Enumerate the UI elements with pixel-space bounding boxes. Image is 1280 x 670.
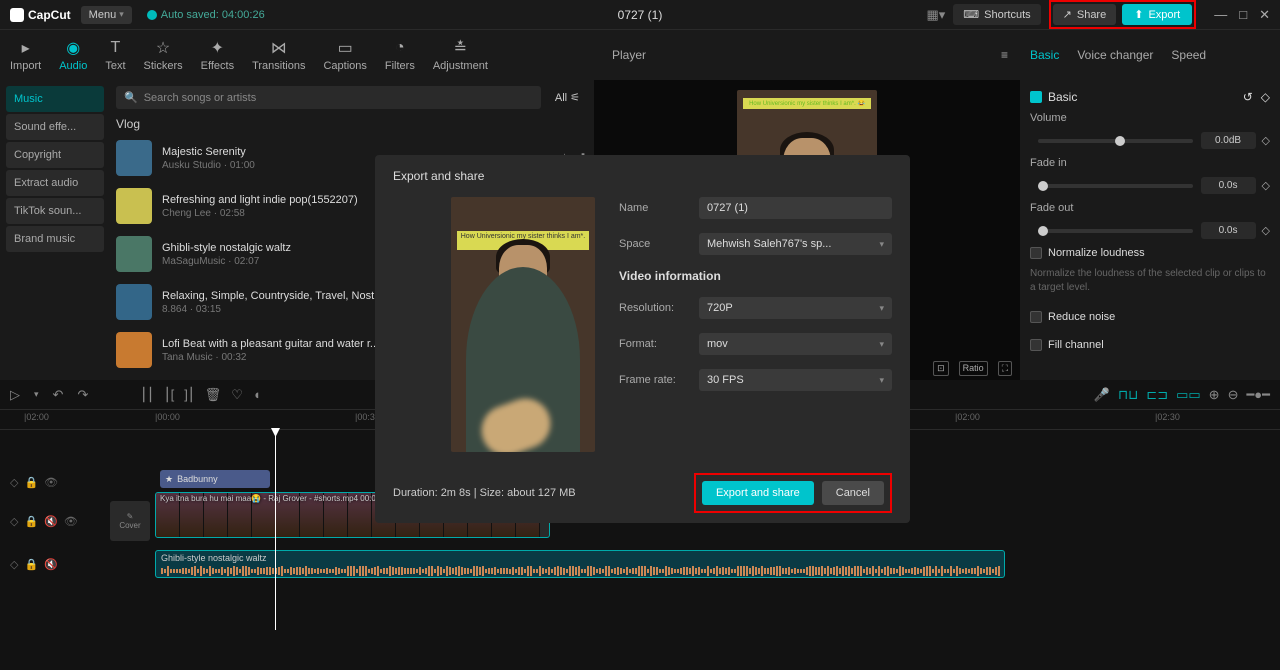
chevron-down-icon: ▾ xyxy=(879,375,884,386)
space-select[interactable]: Mehwish Saleh767's sp...▾ xyxy=(699,233,892,255)
cancel-button[interactable]: Cancel xyxy=(822,481,884,505)
video-info-title: Video information xyxy=(619,269,892,283)
footer-buttons-highlight: Export and share Cancel xyxy=(694,473,892,513)
name-input[interactable]: 0727 (1) xyxy=(699,197,892,219)
resolution-row: Resolution: 720P▾ xyxy=(619,297,892,319)
export-and-share-button[interactable]: Export and share xyxy=(702,481,814,505)
export-modal: Export and share How Universionic my sis… xyxy=(375,155,910,523)
framerate-select[interactable]: 30 FPS▾ xyxy=(699,369,892,391)
framerate-label: Frame rate: xyxy=(619,374,699,386)
chevron-down-icon: ▾ xyxy=(879,339,884,350)
framerate-row: Frame rate: 30 FPS▾ xyxy=(619,369,892,391)
chevron-down-icon: ▾ xyxy=(879,303,884,314)
modal-title: Export and share xyxy=(393,169,892,183)
chevron-down-icon: ▾ xyxy=(879,239,884,250)
space-label: Space xyxy=(619,238,699,250)
modal-body: How Universionic my sister thinks I am*.… xyxy=(393,197,892,452)
duration-text: Duration: 2m 8s | Size: about 127 MB xyxy=(393,487,576,499)
name-label: Name xyxy=(619,202,699,214)
resolution-label: Resolution: xyxy=(619,302,699,314)
export-form: Name 0727 (1) Space Mehwish Saleh767's s… xyxy=(619,197,892,452)
modal-footer: Duration: 2m 8s | Size: about 127 MB Exp… xyxy=(393,473,892,513)
format-select[interactable]: mov▾ xyxy=(699,333,892,355)
export-preview: How Universionic my sister thinks I am*.… xyxy=(451,197,595,452)
format-label: Format: xyxy=(619,338,699,350)
space-row: Space Mehwish Saleh767's sp...▾ xyxy=(619,233,892,255)
resolution-select[interactable]: 720P▾ xyxy=(699,297,892,319)
format-row: Format: mov▾ xyxy=(619,333,892,355)
name-row: Name 0727 (1) xyxy=(619,197,892,219)
